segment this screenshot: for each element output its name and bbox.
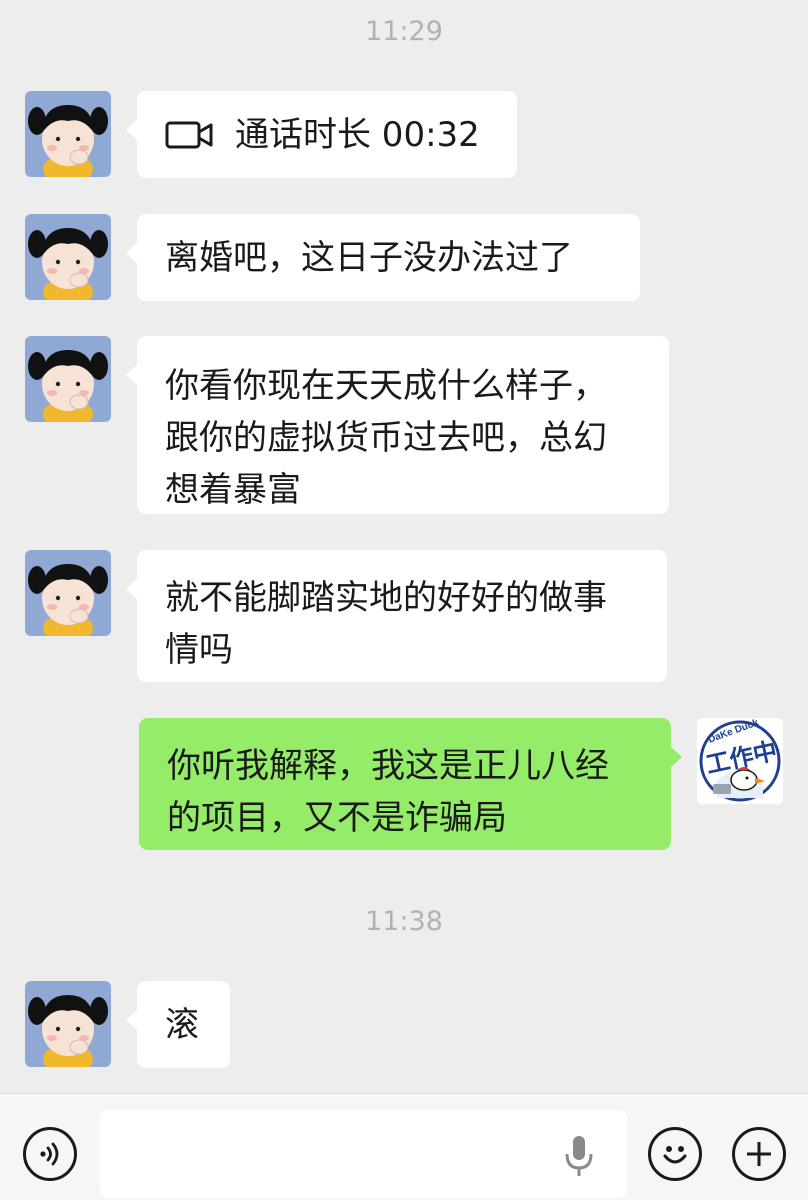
more-actions-button[interactable] [732,1127,786,1181]
message-input[interactable] [100,1110,627,1198]
contact-avatar[interactable] [25,336,111,422]
timestamp: 11:29 [365,16,443,47]
call-duration-text: 通话时长 00:32 [235,114,480,155]
contact-avatar[interactable] [25,214,111,300]
girl-avatar-icon [25,214,111,300]
video-call-bubble[interactable]: 通话时长 00:32 [126,91,517,178]
message-bubble[interactable]: 就不能脚踏实地的好好的做事 情吗 [126,550,667,682]
contact-avatar[interactable] [25,550,111,636]
message-line: 跟你的虚拟货币过去吧，总幻 [165,418,607,458]
message-text: 离婚吧，这日子没办法过了 [165,237,573,278]
girl-avatar-icon [25,981,111,1067]
girl-avatar-icon [25,550,111,636]
girl-avatar-icon [25,336,111,422]
message-line: 就不能脚踏实地的好好的做事 [165,578,607,618]
voice-toggle-button[interactable] [23,1127,77,1181]
message-bubble[interactable]: 你看你现在天天成什么样子， 跟你的虚拟货币过去吧，总幻 想着暴富 [126,336,669,514]
message-line: 你听我解释，我这是正儿八经 [167,746,609,786]
microphone-button[interactable] [562,1134,596,1182]
self-avatar[interactable]: DaKe Duck 工作中 [697,718,783,804]
voice-icon [40,1142,59,1166]
message-bubble[interactable]: 滚 [126,981,230,1068]
message-bubble[interactable]: 离婚吧，这日子没办法过了 [126,214,640,301]
plus-icon [747,1142,771,1166]
message-text: 滚 [165,1004,199,1045]
emoji-button[interactable] [648,1127,702,1181]
message-line: 情吗 [165,630,233,670]
message-line: 的项目，又不是诈骗局 [167,798,507,838]
video-camera-icon [165,120,213,150]
message-line: 想着暴富 [165,470,301,510]
my-message-bubble[interactable]: 你听我解释，我这是正儿八经 的项目，又不是诈骗局 [139,718,682,850]
girl-avatar-icon [25,91,111,177]
timestamp: 11:38 [365,906,443,937]
message-line: 你看你现在天天成什么样子， [165,366,607,406]
chat-input-bar [0,1093,808,1200]
emoji-icon [663,1146,687,1164]
contact-avatar[interactable] [25,91,111,177]
microphone-icon [565,1136,593,1176]
contact-avatar[interactable] [25,981,111,1067]
